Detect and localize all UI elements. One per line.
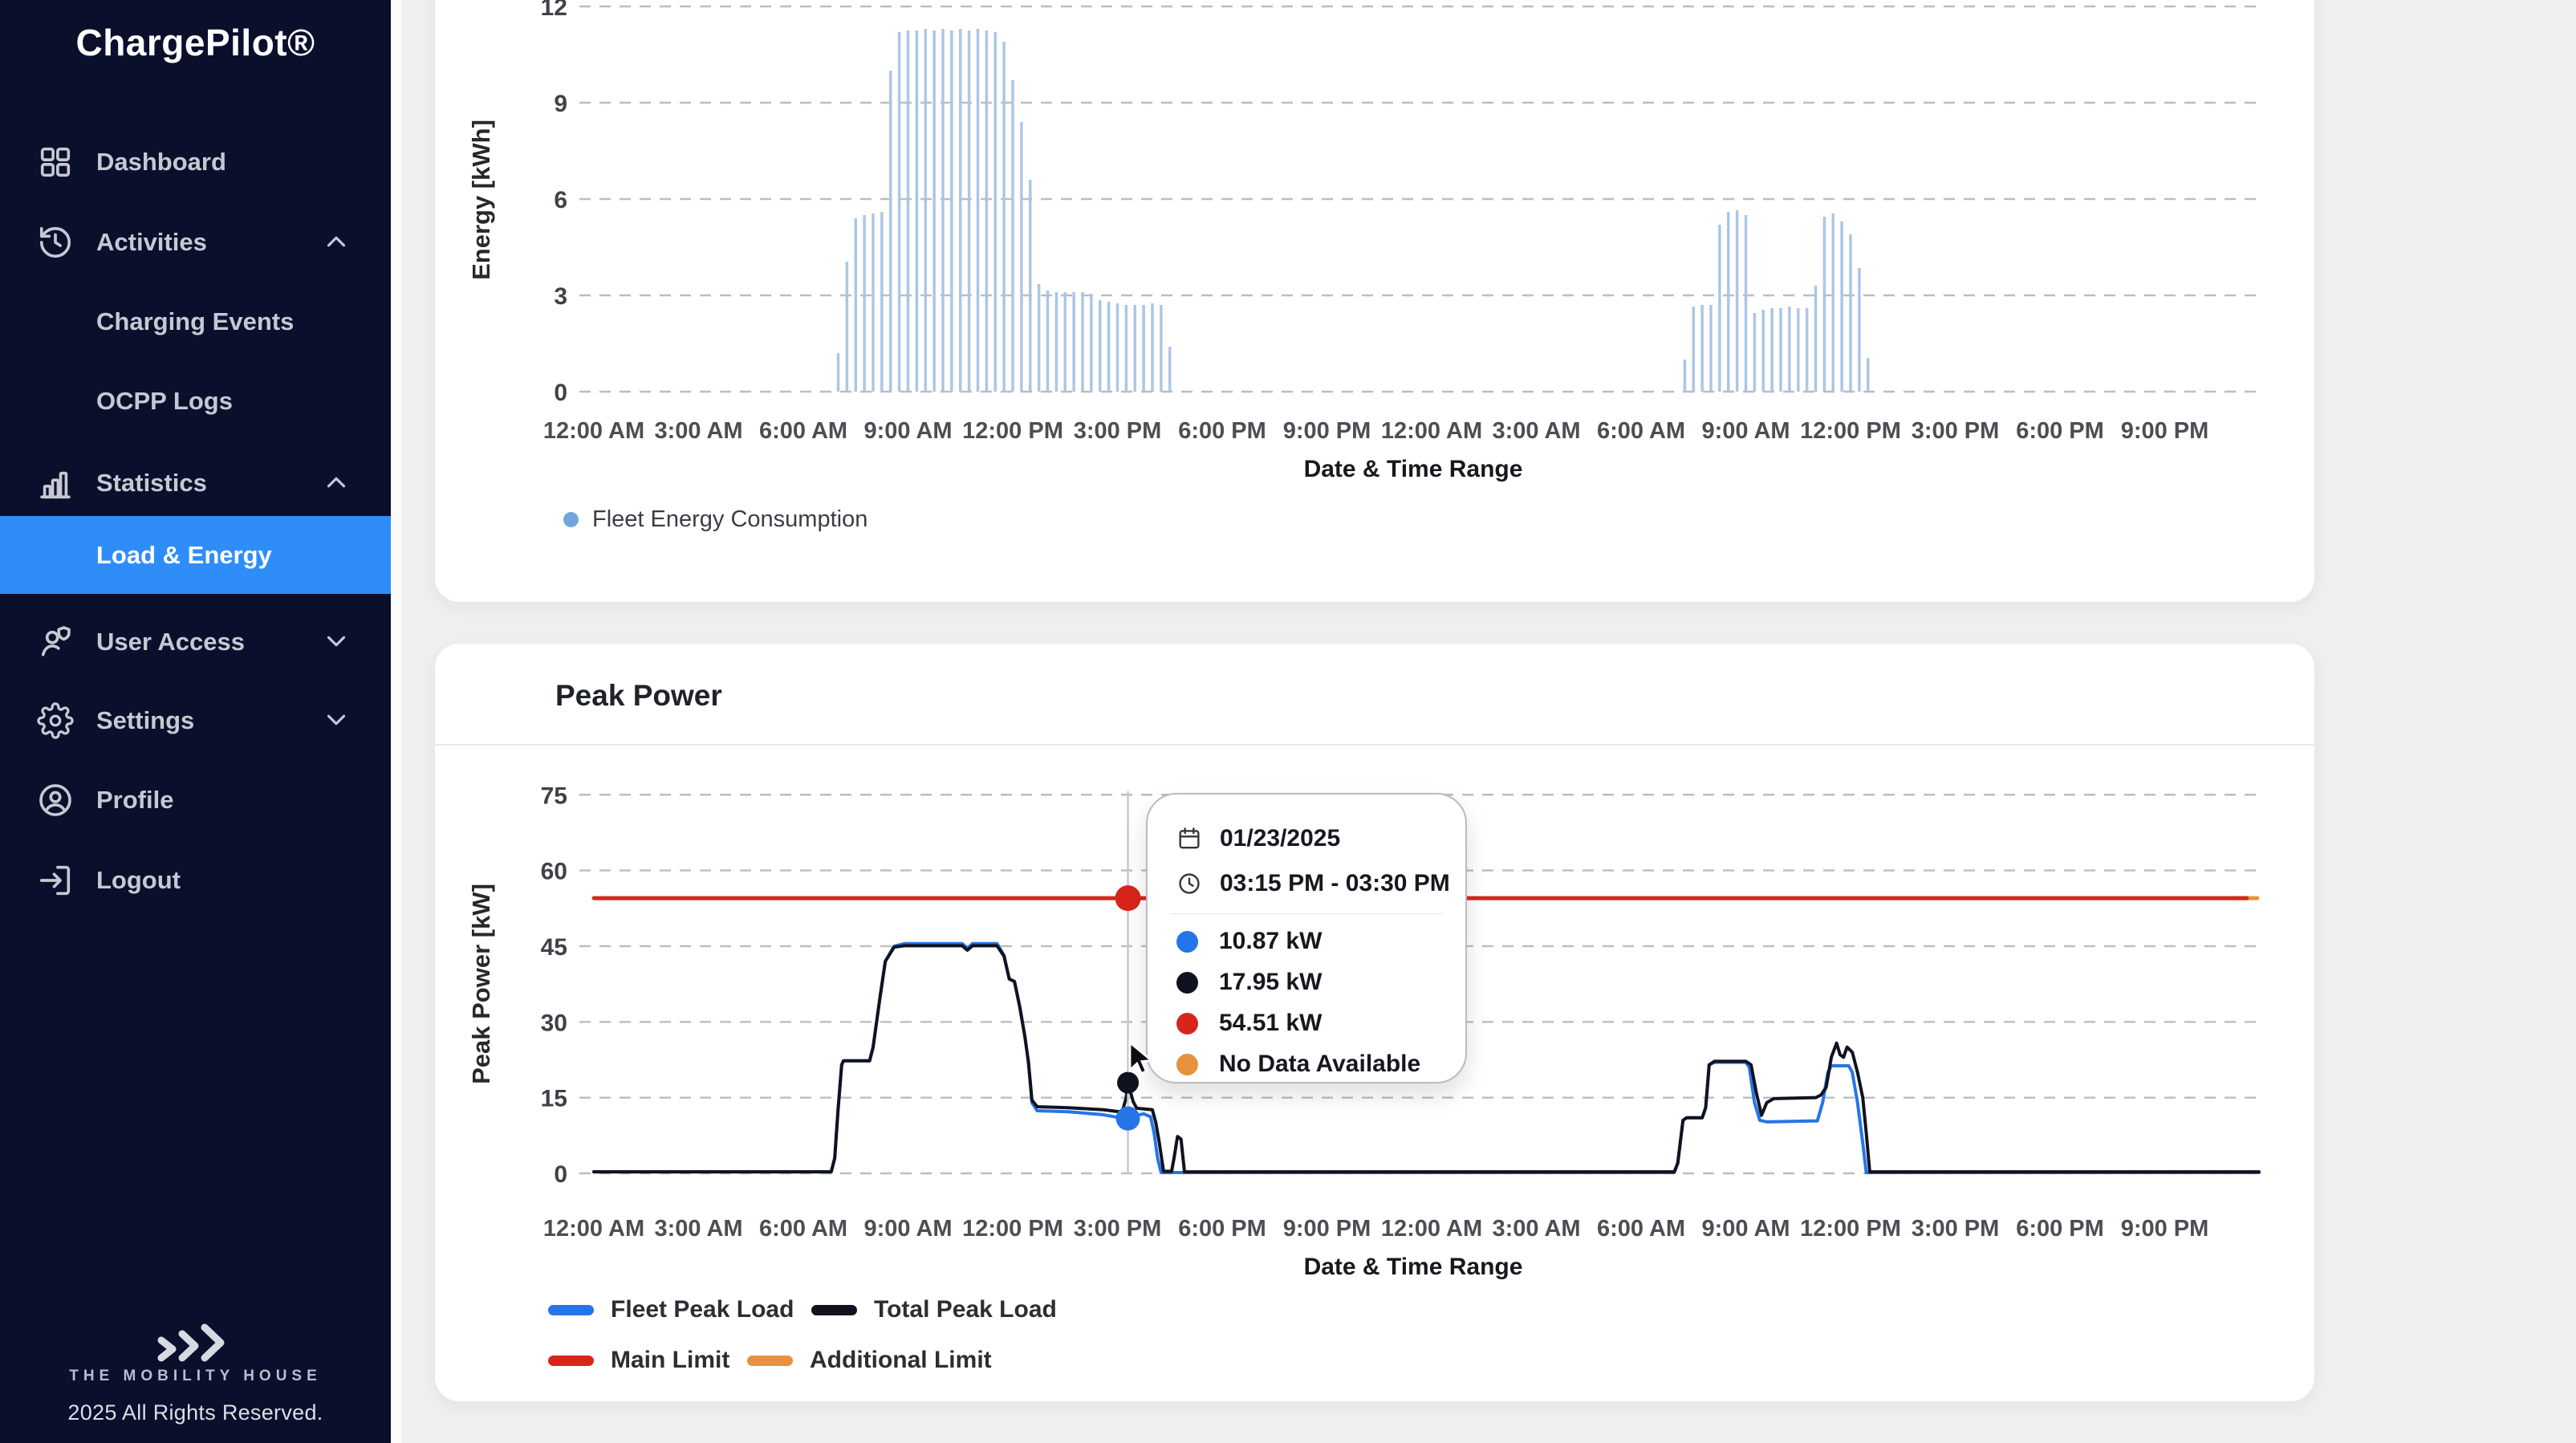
- sidebar-item-user-access[interactable]: User Access: [0, 604, 391, 681]
- chevron-up-icon: [321, 226, 353, 258]
- legend-item-additional-limit[interactable]: Additional Limit: [747, 1347, 992, 1374]
- app-logo: ChargePilot®: [75, 22, 315, 63]
- sidebar-item-profile[interactable]: Profile: [0, 762, 391, 839]
- sidebar-item-label: User Access: [96, 628, 245, 656]
- tooltip-time-range: 03:15 PM - 03:30 PM: [1220, 870, 1450, 896]
- peak-power-title: Peak Power: [555, 679, 722, 712]
- legend-label: Additional Limit: [810, 1347, 992, 1373]
- copyright-text: 2025 All Rights Reserved.: [67, 1400, 323, 1425]
- energy-x-axis-title: Date & Time Range: [1303, 456, 1523, 482]
- total-peak-dot-icon: [1176, 971, 1198, 994]
- peak-x-axis-title: Date & Time Range: [1303, 1254, 1523, 1280]
- sidebar-item-logout[interactable]: Logout: [0, 842, 391, 919]
- tooltip-divider: [1170, 913, 1443, 914]
- legend-line-icon: [548, 1304, 594, 1315]
- logout-icon: [37, 862, 74, 899]
- tooltip-fleet-value: 10.87 kW: [1219, 928, 1323, 954]
- chart-tooltip: 01/23/2025 03:15 PM - 03:30 PM 10.87 kW …: [1146, 793, 1467, 1083]
- sidebar-item-label: Dashboard: [96, 148, 226, 176]
- calendar-icon: [1176, 826, 1202, 852]
- chevron-up-icon: [321, 467, 353, 499]
- sidebar-item-label: Activities: [96, 228, 207, 256]
- sidebar-item-dashboard[interactable]: Dashboard: [0, 124, 391, 201]
- sidebar-item-settings[interactable]: Settings: [0, 682, 391, 759]
- history-icon: [37, 224, 74, 261]
- sidebar-item-label: Statistics: [96, 469, 207, 497]
- legend-label: Total Peak Load: [874, 1296, 1057, 1323]
- sidebar-item-label: Logout: [96, 866, 181, 894]
- sidebar-item-statistics[interactable]: Statistics: [0, 445, 391, 522]
- gear-icon: [37, 702, 74, 739]
- sidebar-item-label: Load & Energy: [96, 540, 272, 569]
- legend-item-main-limit[interactable]: Main Limit: [548, 1347, 729, 1374]
- energy-legend-item[interactable]: Fleet Energy Consumption: [563, 506, 867, 533]
- legend-line-icon: [747, 1355, 793, 1366]
- sidebar-item-charging-events[interactable]: Charging Events: [0, 283, 391, 360]
- page: { "sidebar": { "logo": "ChargePilot®", "…: [0, 0, 2576, 1443]
- sidebar-item-label: Settings: [96, 706, 195, 734]
- tooltip-limit-value: 54.51 kW: [1219, 1010, 1323, 1036]
- additional-limit-dot-icon: [1176, 1053, 1198, 1075]
- legend-label: Fleet Energy Consumption: [592, 506, 868, 532]
- tooltip-date: 01/23/2025: [1220, 825, 1341, 852]
- mobility-house-brand: THE MOBILITY HOUSE: [69, 1368, 322, 1384]
- sidebar-item-ocpp-logs[interactable]: OCPP Logs: [0, 363, 391, 440]
- chevron-down-icon: [321, 705, 353, 737]
- sidebar-item-activities[interactable]: Activities: [0, 204, 391, 281]
- legend-line-icon: [811, 1304, 857, 1315]
- sidebar-item-label: OCPP Logs: [96, 387, 233, 415]
- energy-y-axis-title: Energy [kWh]: [467, 120, 495, 280]
- profile-icon: [37, 782, 74, 819]
- sidebar: ChargePilot® Dashboard Activities Chargi…: [0, 0, 391, 1443]
- legend-item-fleet-peak-load[interactable]: Fleet Peak Load: [548, 1296, 794, 1323]
- legend-label: Fleet Peak Load: [611, 1296, 794, 1323]
- chevron-down-icon: [321, 626, 353, 658]
- sidebar-item-label: Charging Events: [96, 307, 295, 335]
- legend-label: Main Limit: [611, 1347, 730, 1373]
- user-shield-icon: [37, 624, 74, 661]
- peak-y-axis-title: Peak Power [kW]: [467, 884, 495, 1084]
- bar-chart-icon: [37, 465, 74, 502]
- legend-line-icon: [548, 1355, 594, 1366]
- sidebar-scrollbar[interactable]: [391, 0, 401, 1443]
- tooltip-no-data-label: No Data Available: [1219, 1051, 1421, 1077]
- legend-dot-icon: [563, 512, 579, 527]
- mouse-cursor-icon: [1122, 1040, 1159, 1084]
- mobility-house-logo-icon: [155, 1323, 235, 1368]
- sidebar-item-load-energy[interactable]: Load & Energy: [0, 516, 391, 594]
- clock-icon: [1176, 871, 1202, 896]
- legend-item-total-peak-load[interactable]: Total Peak Load: [811, 1296, 1057, 1323]
- tooltip-total-value: 17.95 kW: [1219, 969, 1323, 995]
- main-limit-dot-icon: [1176, 1012, 1198, 1034]
- card-header-divider: [435, 744, 2314, 746]
- fleet-peak-dot-icon: [1176, 930, 1198, 953]
- dashboard-grid-icon: [37, 144, 74, 181]
- sidebar-item-label: Profile: [96, 786, 174, 814]
